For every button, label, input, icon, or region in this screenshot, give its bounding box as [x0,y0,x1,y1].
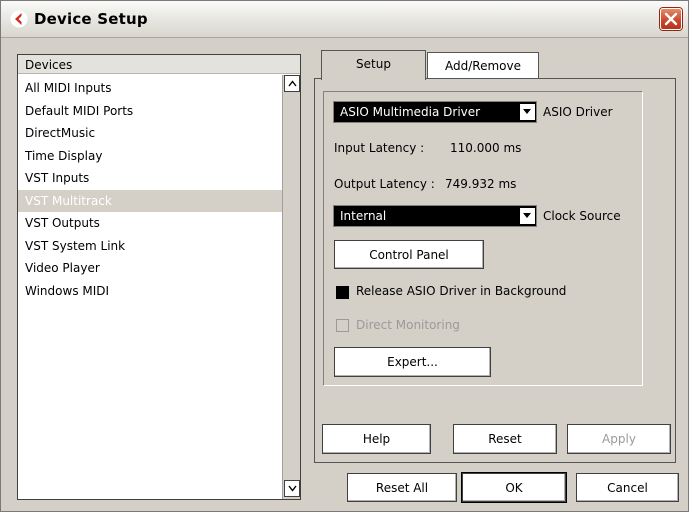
dropdown-arrow-icon [523,213,531,218]
clock-source-value: Internal [340,209,387,223]
help-button[interactable]: Help [322,424,431,454]
cubase-arrow-icon [10,10,28,28]
scroll-down-arrow-icon [288,485,297,492]
input-latency-label: Input Latency : [334,141,425,155]
scroll-up-button[interactable] [284,75,300,92]
device-item-windows-midi[interactable]: Windows MIDI [18,280,282,303]
dropdown-arrow-icon [523,109,531,114]
cancel-button[interactable]: Cancel [576,473,679,502]
window-title: Device Setup [34,10,148,28]
scroll-up-arrow-icon [288,80,297,87]
apply-button[interactable]: Apply [567,424,671,454]
tab-setup[interactable]: Setup [321,50,426,80]
asio-driver-dropdown-arrow[interactable] [520,104,535,120]
clock-source-dropdown-arrow[interactable] [520,208,535,224]
device-item-directmusic[interactable]: DirectMusic [18,122,282,145]
devices-list[interactable]: Devices All MIDI Inputs Default MIDI Por… [17,54,301,500]
device-item-video-player[interactable]: Video Player [18,257,282,280]
clock-source-label: Clock Source [543,209,621,223]
release-asio-checkbox[interactable] [336,286,349,299]
output-latency-label: Output Latency : [334,177,435,191]
devices-scrollbar[interactable] [282,75,300,499]
asio-driver-dropdown[interactable]: ASIO Multimedia Driver [333,101,537,123]
device-item-vst-outputs[interactable]: VST Outputs [18,212,282,235]
ok-button[interactable]: OK [462,473,566,502]
control-panel-button[interactable]: Control Panel [334,240,484,269]
device-item-vst-inputs[interactable]: VST Inputs [18,167,282,190]
output-latency-value: 749.932 ms [445,177,517,191]
device-item-all-midi-inputs[interactable]: All MIDI Inputs [18,77,282,100]
scroll-down-button[interactable] [284,480,300,497]
close-button[interactable] [660,8,682,30]
expert-button[interactable]: Expert... [334,347,491,377]
asio-driver-label: ASIO Driver [543,105,613,119]
direct-monitoring-checkbox[interactable] [336,319,349,332]
device-item-vst-multitrack[interactable]: VST Multitrack [18,189,282,212]
devices-list-items: All MIDI Inputs Default MIDI Ports Direc… [18,77,282,302]
direct-monitoring-label: Direct Monitoring [356,318,460,332]
input-latency-value: 110.000 ms [450,141,522,155]
tab-add-remove[interactable]: Add/Remove [427,52,539,78]
asio-driver-value: ASIO Multimedia Driver [340,105,481,119]
device-item-time-display[interactable]: Time Display [18,145,282,168]
title-bar[interactable]: Device Setup [1,1,688,38]
devices-list-header: Devices [18,55,300,74]
setup-group-box [323,91,643,386]
device-setup-window: Device Setup Devices All MIDI Inputs Def… [0,0,689,512]
reset-button[interactable]: Reset [453,424,557,454]
release-asio-label: Release ASIO Driver in Background [356,284,567,298]
device-item-default-midi-ports[interactable]: Default MIDI Ports [18,100,282,123]
device-item-vst-system-link[interactable]: VST System Link [18,235,282,258]
clock-source-dropdown[interactable]: Internal [333,205,537,227]
close-x-icon [664,12,678,26]
reset-all-button[interactable]: Reset All [347,473,457,502]
